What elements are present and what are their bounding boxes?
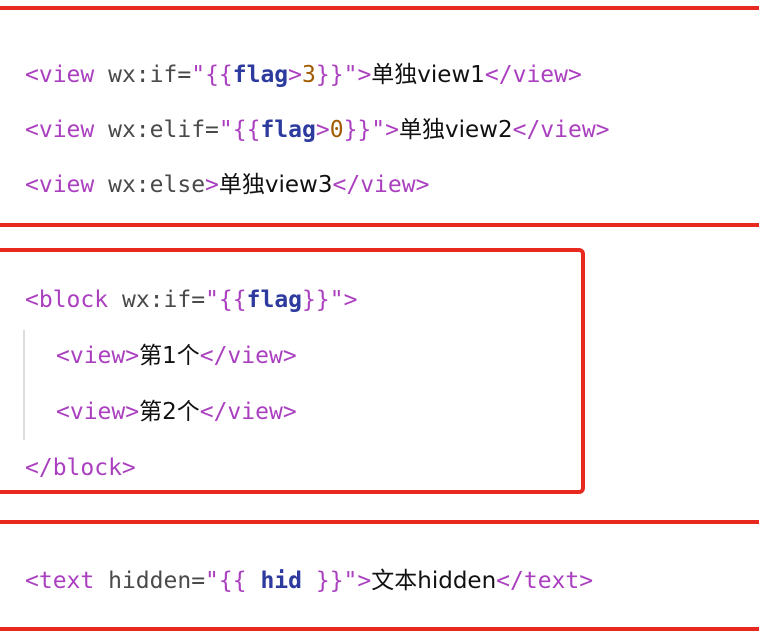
- attr-name: wx:else: [108, 172, 206, 198]
- bottom-box-bottom-border: [0, 627, 759, 631]
- bottom-box-top-border: [0, 520, 759, 524]
- text-content: 单独view2: [398, 117, 513, 143]
- opening-tag: <view>: [56, 399, 140, 425]
- operator: >: [315, 117, 330, 143]
- code-line-view-2: <view>第2个</view>: [56, 397, 297, 427]
- brace-close: }}: [302, 568, 344, 594]
- closing-tag: </view>: [332, 172, 430, 198]
- quote-close: ": [343, 62, 358, 88]
- closing-tag: </text>: [496, 568, 594, 594]
- tag-close-bracket: >: [343, 287, 358, 313]
- closing-tag: </view>: [199, 399, 297, 425]
- text-content: 单独view3: [218, 172, 333, 198]
- closing-tag: </view>: [199, 343, 297, 369]
- indent-guide: [23, 330, 25, 440]
- attr-name: hidden=: [108, 568, 206, 594]
- code-line-view-1: <view>第1个</view>: [56, 341, 297, 371]
- closing-tag: </block>: [25, 455, 136, 481]
- tag-open: <: [25, 568, 39, 594]
- variable: flag: [246, 287, 303, 313]
- tag-name: block: [38, 287, 109, 313]
- tag-close-bracket: >: [357, 62, 372, 88]
- brace-close: }}: [315, 62, 344, 88]
- code-line-block-close: </block>: [25, 453, 136, 483]
- quote-open: ": [191, 62, 206, 88]
- variable: flag: [232, 62, 289, 88]
- quote-open: ": [205, 568, 219, 594]
- code-line-text-hidden: <text hidden="{{ hid }}">文本hidden</text>: [25, 566, 593, 596]
- code-line-block-if: <block wx:if="{{flag}}">: [25, 285, 357, 315]
- text-content: 第1个: [139, 343, 200, 369]
- tag-close-bracket: >: [357, 568, 372, 594]
- code-line-view-else: <view wx:else>单独view3</view>: [25, 170, 429, 200]
- code-line-view-if: <view wx:if="{{flag>3}}">单独view1</view>: [25, 60, 582, 90]
- number: 0: [329, 117, 344, 143]
- operator: >: [288, 62, 303, 88]
- quote-close: ": [343, 568, 358, 594]
- tag-open: <: [25, 287, 39, 313]
- opening-tag: <view>: [56, 343, 140, 369]
- text-content: 单独view1: [371, 62, 485, 88]
- quote-close: ": [371, 117, 386, 143]
- tag-open: <: [25, 117, 39, 143]
- text-content: 第2个: [139, 399, 200, 425]
- quote-open: ": [205, 287, 219, 313]
- middle-red-separator: [0, 223, 759, 227]
- brace-open: {{: [218, 568, 261, 594]
- brace-open: {{: [232, 117, 261, 143]
- tag-name: view: [38, 172, 95, 198]
- top-red-separator: [0, 6, 759, 10]
- closing-tag: </view>: [484, 62, 582, 88]
- quote-close: ": [329, 287, 344, 313]
- attr-name: wx:if=: [108, 62, 192, 88]
- brace-close: }}: [343, 117, 372, 143]
- tag-close-bracket: >: [385, 117, 399, 143]
- tag-open: <: [25, 172, 39, 198]
- attr-name: wx:elif=: [108, 117, 219, 143]
- tag-open: <: [25, 62, 39, 88]
- tag-name: text: [38, 568, 95, 594]
- quote-open: ": [218, 117, 233, 143]
- number: 3: [302, 62, 316, 88]
- brace-open: {{: [218, 287, 247, 313]
- tag-name: view: [38, 62, 95, 88]
- variable: hid: [260, 568, 302, 594]
- variable: flag: [260, 117, 316, 143]
- brace-open: {{: [205, 62, 233, 88]
- closing-tag: </view>: [512, 117, 610, 143]
- tag-close-bracket: >: [205, 172, 219, 198]
- attr-name: wx:if=: [121, 287, 206, 313]
- brace-close: }}: [302, 287, 330, 313]
- code-line-view-elif: <view wx:elif="{{flag>0}}">单独view2</view…: [25, 115, 610, 145]
- tag-name: view: [38, 117, 95, 143]
- text-content: 文本hidden: [371, 568, 497, 594]
